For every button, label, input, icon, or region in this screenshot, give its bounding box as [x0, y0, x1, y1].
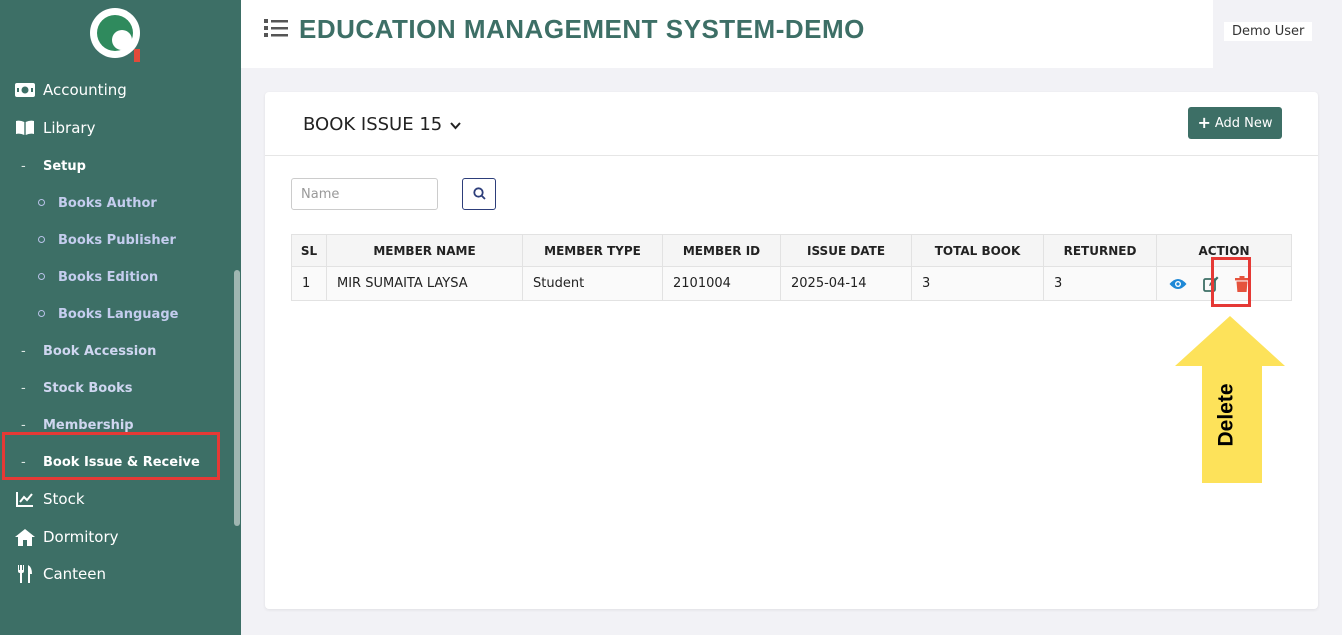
circle-bullet — [38, 199, 45, 206]
column-header: RETURNED — [1043, 234, 1157, 267]
sidebar-item-setup[interactable]: - Setup — [0, 157, 241, 175]
cell-member-name: MIR SUMAITA LAYSA — [326, 266, 523, 301]
name-search-input[interactable] — [291, 178, 438, 210]
sidebar-item-label: Setup — [43, 158, 86, 174]
column-header: ISSUE DATE — [780, 234, 912, 267]
sidebar-item-books-publisher[interactable]: Books Publisher — [0, 231, 241, 249]
sidebar-item-library[interactable]: Library — [0, 118, 241, 138]
search-button[interactable] — [462, 178, 496, 210]
user-area: Demo User — [1213, 0, 1342, 68]
top-bar: EDUCATION MANAGEMENT SYSTEM-DEMO Demo Us… — [241, 0, 1342, 68]
chart-line-icon — [14, 490, 36, 508]
circle-bullet — [38, 273, 45, 280]
circle-bullet — [38, 310, 45, 317]
cell-member-type: Student — [522, 266, 663, 301]
cell-returned: 3 — [1043, 266, 1157, 301]
sidebar-item-label: Books Publisher — [58, 232, 176, 248]
app-title: EDUCATION MANAGEMENT SYSTEM-DEMO — [299, 14, 865, 44]
column-header: MEMBER ID — [662, 234, 781, 267]
dash-bullet: - — [21, 417, 26, 433]
sidebar-item-accounting[interactable]: Accounting — [0, 80, 241, 100]
dash-bullet: - — [21, 158, 26, 174]
sidebar-item-label: Stock Books — [43, 380, 133, 396]
plus-icon: + — [1197, 113, 1211, 132]
user-menu[interactable]: Demo User — [1224, 22, 1313, 41]
sidebar-item-canteen[interactable]: Canteen — [0, 564, 241, 584]
page-title-dropdown[interactable]: BOOK ISSUE 15 — [303, 114, 461, 135]
sidebar-item-label: Dormitory — [43, 528, 119, 546]
add-new-button[interactable]: + Add New — [1188, 107, 1282, 139]
table-row: 1 MIR SUMAITA LAYSA Student 2101004 2025… — [291, 266, 1292, 301]
table-header-row: SL MEMBER NAME MEMBER TYPE MEMBER ID ISS… — [291, 234, 1292, 267]
sidebar-item-label: Library — [43, 119, 96, 137]
column-header: MEMBER TYPE — [522, 234, 663, 267]
book-issue-table: SL MEMBER NAME MEMBER TYPE MEMBER ID ISS… — [291, 234, 1292, 301]
sidebar-item-label: Books Author — [58, 195, 157, 211]
sidebar-item-books-edition[interactable]: Books Edition — [0, 268, 241, 286]
utensils-icon — [14, 565, 36, 583]
column-header: SL — [291, 234, 327, 267]
sidebar-item-label: Stock — [43, 490, 85, 508]
sidebar-item-label: Books Edition — [58, 269, 159, 285]
view-eye-icon[interactable] — [1169, 278, 1187, 290]
home-icon — [14, 528, 36, 546]
sidebar: Accounting Library - Setup Books Author … — [0, 0, 241, 635]
circle-bullet — [38, 236, 45, 243]
delete-annotation-label: Delete — [1215, 383, 1238, 447]
cell-total-book: 3 — [911, 266, 1044, 301]
column-header: MEMBER NAME — [326, 234, 523, 267]
money-bill-icon — [14, 81, 36, 99]
column-header: TOTAL BOOK — [911, 234, 1044, 267]
sidebar-item-book-accession[interactable]: - Book Accession — [0, 342, 241, 360]
dash-bullet: - — [21, 380, 26, 396]
sidebar-item-books-author[interactable]: Books Author — [0, 194, 241, 212]
sidebar-item-label: Accounting — [43, 81, 127, 99]
sidebar-item-label: Canteen — [43, 565, 107, 583]
page-title: BOOK ISSUE 15 — [303, 114, 443, 135]
school-logo — [90, 8, 140, 62]
sidebar-item-stock-books[interactable]: - Stock Books — [0, 379, 241, 397]
sidebar-item-label: Membership — [43, 417, 134, 433]
card-header: BOOK ISSUE 15 + Add New — [265, 92, 1318, 156]
list-menu-icon[interactable] — [264, 18, 288, 42]
sidebar-item-stock[interactable]: Stock — [0, 489, 241, 509]
cell-member-id: 2101004 — [662, 266, 781, 301]
sidebar-item-label: Book Accession — [43, 343, 157, 359]
cell-sl: 1 — [291, 266, 327, 301]
sidebar-scrollbar[interactable] — [234, 270, 240, 526]
highlight-box — [1211, 257, 1251, 307]
book-open-icon — [14, 119, 36, 137]
cell-issue-date: 2025-04-14 — [780, 266, 912, 301]
search-icon — [472, 185, 486, 204]
content-card: BOOK ISSUE 15 + Add New SL MEMBER NAME M… — [265, 92, 1318, 609]
sidebar-item-books-language[interactable]: Books Language — [0, 305, 241, 323]
sidebar-item-label: Books Language — [58, 306, 179, 322]
add-new-label: Add New — [1214, 115, 1273, 131]
highlight-box — [2, 432, 220, 480]
dash-bullet: - — [21, 343, 26, 359]
sidebar-item-dormitory[interactable]: Dormitory — [0, 527, 241, 547]
chevron-down-icon — [450, 114, 461, 135]
